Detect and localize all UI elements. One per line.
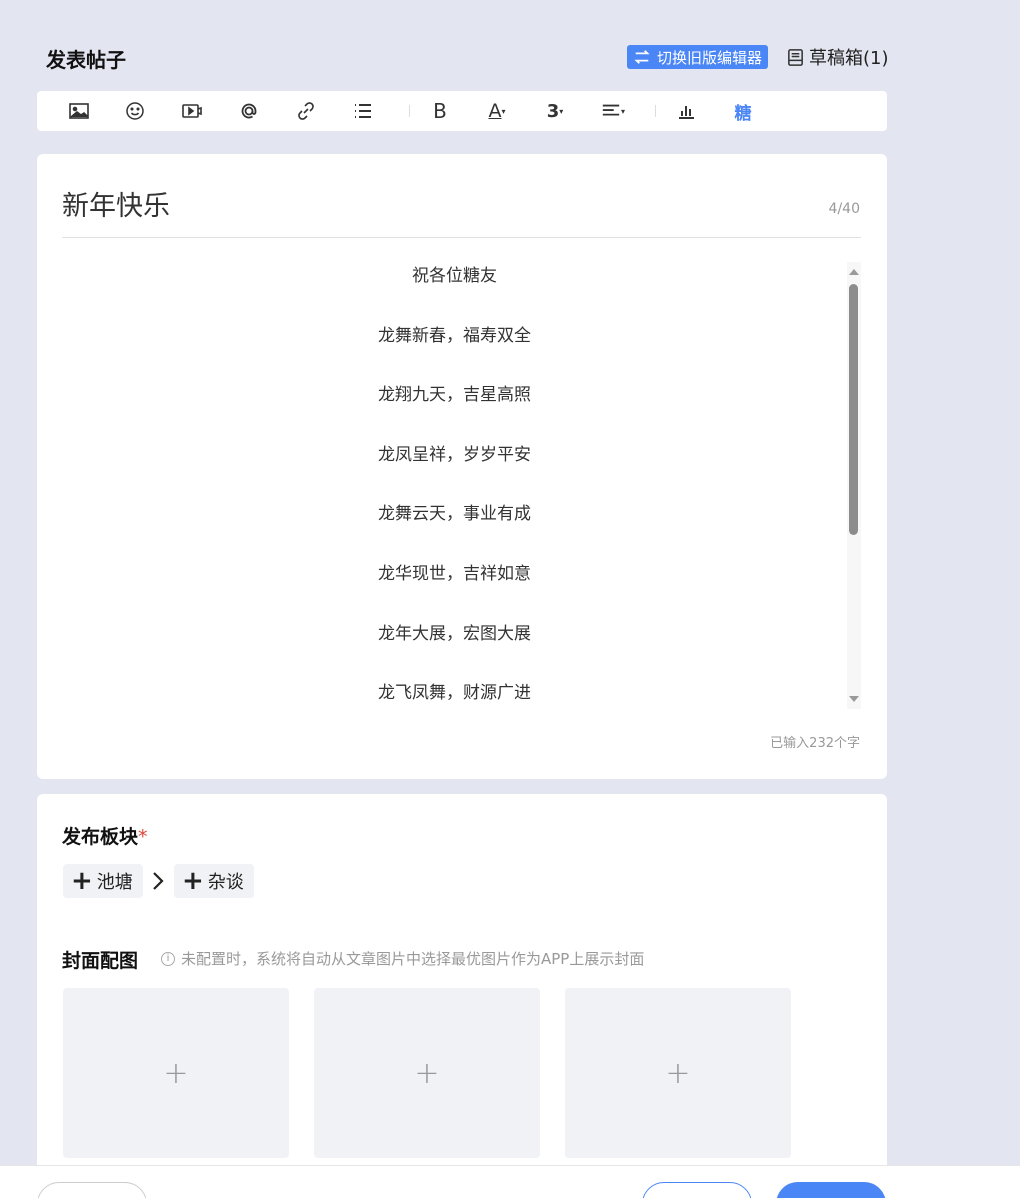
at-mention-icon[interactable]	[235, 99, 263, 123]
body-editor[interactable]: 祝各位糖友 龙舞新春，福寿双全 龙翔九天，吉星高照 龙凤呈祥，岁岁平安 龙舞云天…	[62, 254, 847, 714]
required-mark: *	[138, 826, 148, 848]
char-count: 已输入232个字	[770, 736, 860, 751]
cover-upload-slot[interactable]: +	[63, 988, 289, 1158]
editor-toolbar: B A ▾ 3 ▾ ▾ 糖	[37, 91, 887, 131]
outline-button[interactable]	[642, 1182, 752, 1198]
switch-editor-button[interactable]: 切换旧版编辑器	[627, 45, 769, 69]
drafts-button[interactable]: 草稿箱(1)	[786, 44, 889, 70]
add-icon: +	[163, 1055, 189, 1091]
add-icon: +	[665, 1055, 691, 1091]
chart-icon[interactable]	[672, 99, 700, 123]
link-icon[interactable]	[292, 99, 320, 123]
board-primary-label: 池塘	[96, 872, 133, 893]
list-icon[interactable]	[349, 99, 377, 123]
scroll-down-arrow[interactable]	[849, 696, 859, 702]
publish-settings-card: 发布板块* + 池塘 + 杂谈 封面配图 i 未配置时，系统将自动从文章图片中选…	[37, 794, 887, 1198]
align-icon[interactable]: ▾	[599, 99, 627, 123]
board-label: 发布板块	[62, 826, 139, 848]
title-input[interactable]: 新年快乐	[62, 184, 170, 223]
body-line: 龙飞凤舞，财源广进	[378, 683, 531, 704]
toolbar-divider	[655, 105, 656, 117]
board-secondary-chip[interactable]: + 杂谈	[174, 864, 254, 898]
sugar-label: 糖	[734, 103, 752, 124]
body-line: 龙凤呈祥，岁岁平安	[378, 444, 531, 465]
scroll-up-arrow[interactable]	[849, 269, 859, 275]
title-count: 4/40	[828, 201, 860, 217]
heading-icon[interactable]: 3 ▾	[541, 99, 569, 123]
body-line: 龙翔九天，吉星高照	[378, 385, 531, 406]
cover-upload-slot[interactable]: +	[314, 988, 540, 1158]
info-icon: i	[161, 951, 175, 966]
plus-icon: +	[182, 866, 204, 896]
font-color-icon[interactable]: A ▾	[483, 99, 511, 123]
board-section-label: 发布板块*	[62, 822, 148, 849]
cover-hint-text: 未配置时，系统将自动从文章图片中选择最优图片作为APP上展示封面	[181, 950, 645, 968]
body-line: 龙华现世，吉祥如意	[378, 563, 531, 584]
bottom-action-bar	[0, 1165, 1020, 1198]
draft-box-icon	[788, 48, 803, 66]
body-scrollbar[interactable]	[847, 262, 861, 709]
swap-icon	[634, 50, 650, 64]
body-line: 龙舞云天，事业有成	[378, 504, 531, 525]
board-secondary-label: 杂谈	[207, 872, 244, 893]
sugar-icon[interactable]: 糖	[729, 99, 757, 124]
emoji-icon[interactable]	[121, 99, 149, 123]
body-line: 龙年大展，宏图大展	[378, 623, 531, 644]
cover-label: 封面配图	[62, 950, 139, 972]
chevron-right-icon	[153, 872, 164, 890]
page-title: 发表帖子	[46, 48, 126, 72]
switch-editor-label: 切换旧版编辑器	[657, 48, 763, 67]
video-icon[interactable]	[178, 99, 206, 123]
post-editor-page: 发表帖子 切换旧版编辑器 草稿箱(1) B A ▾ 3 ▾ ▾ 糖 新年快乐 4…	[0, 0, 1020, 1198]
body-line: 龙舞新春，福寿双全	[378, 325, 531, 346]
body-line: 祝各位糖友	[412, 266, 497, 286]
board-primary-chip[interactable]: + 池塘	[63, 864, 143, 898]
cover-upload-slot[interactable]: +	[565, 988, 791, 1158]
title-divider	[62, 237, 861, 238]
font-color-label: A	[488, 100, 502, 122]
drafts-label: 草稿箱(1)	[809, 48, 889, 69]
add-icon: +	[414, 1055, 440, 1091]
bold-icon[interactable]: B	[426, 99, 454, 123]
heading-label: 3	[546, 100, 560, 122]
image-icon[interactable]	[65, 99, 93, 123]
primary-button[interactable]	[776, 1182, 886, 1198]
scroll-thumb[interactable]	[849, 284, 858, 535]
editor-card: 新年快乐 4/40 祝各位糖友 龙舞新春，福寿双全 龙翔九天，吉星高照 龙凤呈祥…	[37, 154, 887, 779]
plus-icon: +	[71, 866, 93, 896]
cover-hint: i 未配置时，系统将自动从文章图片中选择最优图片作为APP上展示封面	[161, 948, 644, 969]
toolbar-divider	[409, 105, 410, 117]
secondary-button[interactable]	[37, 1182, 147, 1198]
